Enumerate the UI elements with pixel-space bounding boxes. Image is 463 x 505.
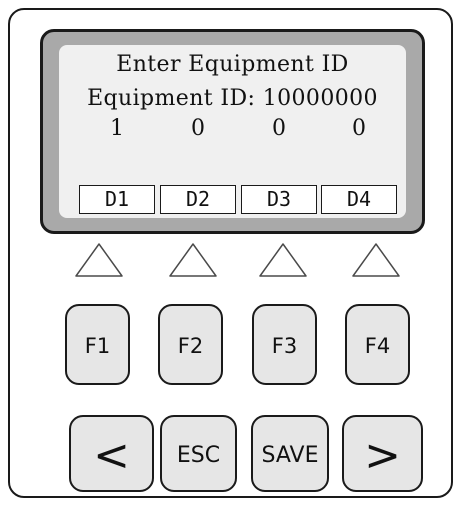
esc-button[interactable]: ESC	[160, 415, 237, 492]
display-equipment-id: Equipment ID: 10000000	[87, 86, 378, 111]
keypad-device: Enter Equipment ID Equipment ID: 1000000…	[8, 8, 453, 498]
f1-button[interactable]: F1	[65, 304, 130, 385]
f2-button[interactable]: F2	[158, 304, 223, 385]
triangle-pointer-icon	[169, 243, 217, 277]
triangle-pointer-icon	[259, 243, 307, 277]
softkey-d3[interactable]: D3	[241, 185, 317, 214]
f4-button[interactable]: F4	[345, 304, 410, 385]
triangle-pointer-icon	[352, 243, 400, 277]
triangle-pointer-icon	[75, 243, 123, 277]
softkey-d2[interactable]: D2	[160, 185, 236, 214]
save-button[interactable]: SAVE	[251, 415, 329, 492]
right-arrow-button[interactable]: >	[342, 415, 423, 492]
lcd-bezel: Enter Equipment ID Equipment ID: 1000000…	[40, 29, 425, 234]
digit-3: 0	[272, 116, 286, 141]
digit-row: 1 0 0 0	[59, 116, 406, 146]
softkey-d1[interactable]: D1	[79, 185, 155, 214]
digit-2: 0	[191, 116, 205, 141]
left-arrow-button[interactable]: <	[69, 415, 154, 492]
softkey-d4[interactable]: D4	[321, 185, 397, 214]
display-prompt: Enter Equipment ID	[116, 52, 349, 77]
f3-button[interactable]: F3	[252, 304, 317, 385]
digit-4: 0	[352, 116, 366, 141]
lcd-screen: Enter Equipment ID Equipment ID: 1000000…	[59, 45, 406, 218]
digit-1: 1	[110, 116, 124, 141]
